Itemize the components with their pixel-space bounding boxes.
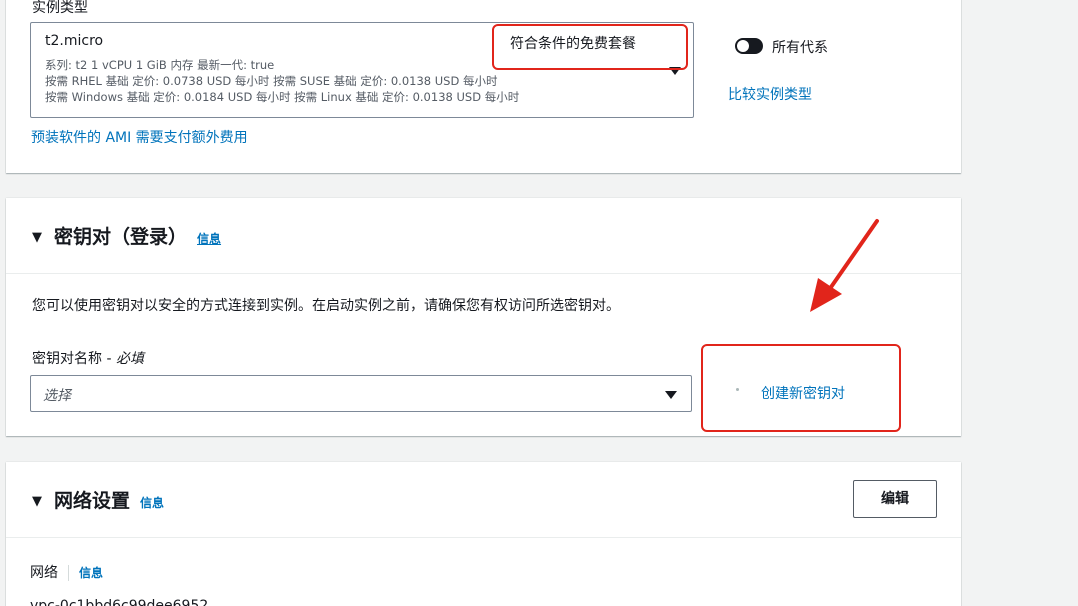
network-info-link[interactable]: 信息 (140, 496, 164, 510)
create-key-pair-link[interactable]: 创建新密钥对 (761, 383, 845, 403)
vpc-id: vpc-0c1bbd6c99dee6952 (30, 598, 209, 606)
instance-type-specs: 系列: t2 1 vCPU 1 GiB 内存 最新一代: true (45, 58, 275, 72)
toggle-knob (737, 40, 749, 52)
key-pair-name-label: 密钥对名称 - 必填 (32, 348, 144, 368)
network-header[interactable]: ▼ 网络设置 信息 (32, 486, 164, 513)
instance-type-panel: 实例类型 t2.micro 系列: t2 1 vCPU 1 GiB 内存 最新一… (6, 0, 961, 173)
section-divider (6, 537, 961, 538)
required-marker: 必填 (115, 351, 144, 367)
instance-type-name: t2.micro (45, 33, 104, 49)
key-pair-description: 您可以使用密钥对以安全的方式连接到实例。在启动实例之前，请确保您有权访问所选密钥… (32, 298, 620, 314)
caret-down-icon[interactable]: ▼ (32, 494, 42, 509)
edit-button[interactable]: 编辑 (853, 480, 937, 518)
network-settings-panel: ▼ 网络设置 信息 编辑 网络 信息 vpc-0c1bbd6c99dee6952 (6, 462, 961, 606)
chevron-down-icon[interactable] (665, 391, 677, 399)
dot-icon (736, 388, 739, 391)
create-key-pair-annotation: 创建新密钥对 (701, 344, 901, 432)
compare-instance-types-link[interactable]: 比较实例类型 (728, 84, 812, 104)
ami-cost-link[interactable]: 预装软件的 AMI 需要支付额外费用 (31, 127, 248, 147)
key-pair-header[interactable]: ▼ 密钥对（登录） 信息 (32, 222, 221, 249)
all-generations-toggle[interactable] (735, 38, 763, 54)
key-pair-panel: ▼ 密钥对（登录） 信息 您可以使用密钥对以安全的方式连接到实例。在启动实例之前，请… (6, 198, 961, 436)
all-generations-label: 所有代系 (772, 40, 828, 56)
key-pair-placeholder: 选择 (43, 388, 71, 404)
separator (68, 565, 69, 581)
instance-type-pricing-2: 按需 Windows 基础 定价: 0.0184 USD 每小时 按需 Linu… (45, 90, 520, 104)
network-label-row: 网络 信息 (30, 562, 103, 582)
free-tier-badge: 符合条件的免费套餐 (510, 36, 636, 52)
key-pair-title: 密钥对（登录） (54, 226, 188, 248)
instance-type-pricing-1: 按需 RHEL 基础 定价: 0.0738 USD 每小时 按需 SUSE 基础… (45, 74, 498, 88)
key-pair-select[interactable]: 选择 (30, 375, 692, 412)
instance-type-label: 实例类型 (32, 0, 88, 16)
network-info-link[interactable]: 信息 (79, 566, 103, 580)
section-divider (6, 273, 961, 274)
network-title: 网络设置 (54, 490, 131, 512)
free-tier-annotation: 符合条件的免费套餐 (492, 24, 688, 70)
key-pair-name-label-text: 密钥对名称 - (32, 351, 116, 367)
caret-down-icon[interactable]: ▼ (32, 230, 42, 245)
key-pair-info-link[interactable]: 信息 (197, 232, 221, 246)
network-label: 网络 (30, 565, 58, 581)
